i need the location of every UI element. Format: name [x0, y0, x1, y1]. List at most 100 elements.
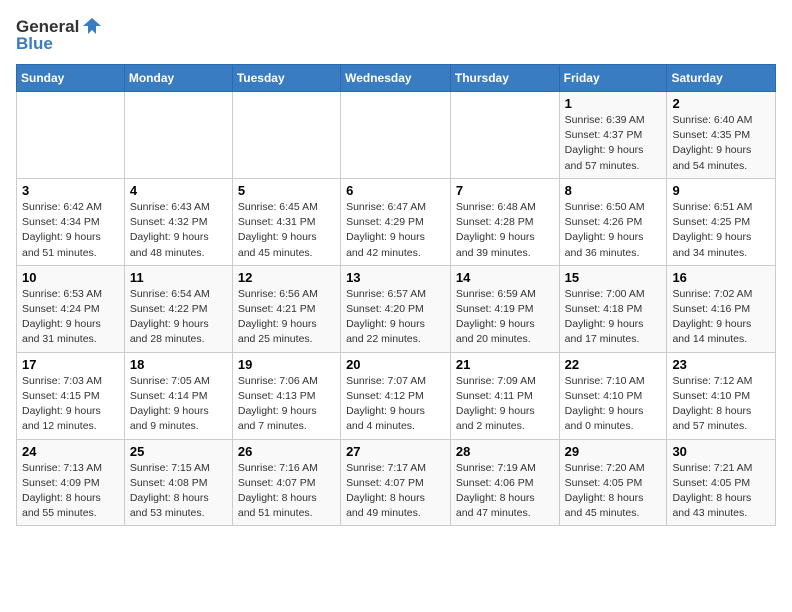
calendar-cell: 7 Sunrise: 6:48 AMSunset: 4:28 PMDaylight… — [450, 178, 559, 265]
day-info: Sunrise: 6:50 AMSunset: 4:26 PMDaylight:… — [565, 200, 662, 261]
day-number: 3 — [22, 183, 119, 198]
day-number: 6 — [346, 183, 445, 198]
day-info: Sunrise: 7:10 AMSunset: 4:10 PMDaylight:… — [565, 374, 662, 435]
day-number: 20 — [346, 357, 445, 372]
day-info: Sunrise: 7:19 AMSunset: 4:06 PMDaylight:… — [456, 461, 554, 522]
calendar-cell: 6 Sunrise: 6:47 AMSunset: 4:29 PMDaylight… — [341, 178, 451, 265]
calendar-cell: 29 Sunrise: 7:20 AMSunset: 4:05 PMDayligh… — [559, 439, 667, 526]
calendar-cell: 16 Sunrise: 7:02 AMSunset: 4:16 PMDayligh… — [667, 265, 776, 352]
day-number: 13 — [346, 270, 445, 285]
calendar-cell: 12 Sunrise: 6:56 AMSunset: 4:21 PMDayligh… — [232, 265, 340, 352]
calendar-cell: 14 Sunrise: 6:59 AMSunset: 4:19 PMDayligh… — [450, 265, 559, 352]
calendar-cell: 30 Sunrise: 7:21 AMSunset: 4:05 PMDayligh… — [667, 439, 776, 526]
calendar-cell — [450, 92, 559, 179]
day-number: 25 — [130, 444, 227, 459]
logo-bird-icon — [81, 16, 103, 38]
day-info: Sunrise: 7:07 AMSunset: 4:12 PMDaylight:… — [346, 374, 445, 435]
day-info: Sunrise: 7:00 AMSunset: 4:18 PMDaylight:… — [565, 287, 662, 348]
calendar-cell: 1 Sunrise: 6:39 AMSunset: 4:37 PMDaylight… — [559, 92, 667, 179]
calendar-cell: 28 Sunrise: 7:19 AMSunset: 4:06 PMDayligh… — [450, 439, 559, 526]
logo-blue-text: Blue — [16, 34, 53, 54]
day-info: Sunrise: 6:57 AMSunset: 4:20 PMDaylight:… — [346, 287, 445, 348]
weekday-header-wednesday: Wednesday — [341, 65, 451, 92]
day-number: 29 — [565, 444, 662, 459]
weekday-header-monday: Monday — [124, 65, 232, 92]
day-info: Sunrise: 6:54 AMSunset: 4:22 PMDaylight:… — [130, 287, 227, 348]
day-number: 19 — [238, 357, 335, 372]
day-info: Sunrise: 7:02 AMSunset: 4:16 PMDaylight:… — [672, 287, 770, 348]
weekday-header-thursday: Thursday — [450, 65, 559, 92]
day-number: 23 — [672, 357, 770, 372]
calendar-cell — [17, 92, 125, 179]
calendar-cell: 20 Sunrise: 7:07 AMSunset: 4:12 PMDayligh… — [341, 352, 451, 439]
calendar-cell: 11Sunrise: 6:54 AMSunset: 4:22 PMDayligh… — [124, 265, 232, 352]
calendar-cell: 27 Sunrise: 7:17 AMSunset: 4:07 PMDayligh… — [341, 439, 451, 526]
day-info: Sunrise: 7:03 AMSunset: 4:15 PMDaylight:… — [22, 374, 119, 435]
calendar-cell: 22 Sunrise: 7:10 AMSunset: 4:10 PMDayligh… — [559, 352, 667, 439]
day-number: 18 — [130, 357, 227, 372]
calendar-week-row: 17 Sunrise: 7:03 AMSunset: 4:15 PMDayligh… — [17, 352, 776, 439]
day-info: Sunrise: 7:09 AMSunset: 4:11 PMDaylight:… — [456, 374, 554, 435]
weekday-header-friday: Friday — [559, 65, 667, 92]
day-number: 17 — [22, 357, 119, 372]
day-info: Sunrise: 7:20 AMSunset: 4:05 PMDaylight:… — [565, 461, 662, 522]
calendar-cell: 15 Sunrise: 7:00 AMSunset: 4:18 PMDayligh… — [559, 265, 667, 352]
day-number: 10 — [22, 270, 119, 285]
day-info: Sunrise: 6:47 AMSunset: 4:29 PMDaylight:… — [346, 200, 445, 261]
day-number: 14 — [456, 270, 554, 285]
day-info: Sunrise: 7:13 AMSunset: 4:09 PMDaylight:… — [22, 461, 119, 522]
calendar-cell: 3Sunrise: 6:42 AMSunset: 4:34 PMDaylight… — [17, 178, 125, 265]
day-info: Sunrise: 7:15 AMSunset: 4:08 PMDaylight:… — [130, 461, 227, 522]
day-number: 27 — [346, 444, 445, 459]
calendar-week-row: 24 Sunrise: 7:13 AMSunset: 4:09 PMDayligh… — [17, 439, 776, 526]
day-number: 12 — [238, 270, 335, 285]
calendar-cell: 4 Sunrise: 6:43 AMSunset: 4:32 PMDaylight… — [124, 178, 232, 265]
day-number: 7 — [456, 183, 554, 198]
calendar-cell: 25 Sunrise: 7:15 AMSunset: 4:08 PMDayligh… — [124, 439, 232, 526]
calendar-header: SundayMondayTuesdayWednesdayThursdayFrid… — [17, 65, 776, 92]
day-info: Sunrise: 6:39 AMSunset: 4:37 PMDaylight:… — [565, 113, 662, 174]
day-number: 2 — [672, 96, 770, 111]
day-number: 16 — [672, 270, 770, 285]
day-info: Sunrise: 7:17 AMSunset: 4:07 PMDaylight:… — [346, 461, 445, 522]
calendar-cell: 19Sunrise: 7:06 AMSunset: 4:13 PMDayligh… — [232, 352, 340, 439]
day-info: Sunrise: 7:21 AMSunset: 4:05 PMDaylight:… — [672, 461, 770, 522]
day-number: 8 — [565, 183, 662, 198]
calendar-cell: 9Sunrise: 6:51 AMSunset: 4:25 PMDaylight… — [667, 178, 776, 265]
day-number: 30 — [672, 444, 770, 459]
day-info: Sunrise: 6:45 AMSunset: 4:31 PMDaylight:… — [238, 200, 335, 261]
day-number: 1 — [565, 96, 662, 111]
day-number: 26 — [238, 444, 335, 459]
day-info: Sunrise: 6:59 AMSunset: 4:19 PMDaylight:… — [456, 287, 554, 348]
day-info: Sunrise: 6:56 AMSunset: 4:21 PMDaylight:… — [238, 287, 335, 348]
day-info: Sunrise: 6:53 AMSunset: 4:24 PMDaylight:… — [22, 287, 119, 348]
day-number: 5 — [238, 183, 335, 198]
day-info: Sunrise: 7:12 AMSunset: 4:10 PMDaylight:… — [672, 374, 770, 435]
day-number: 4 — [130, 183, 227, 198]
calendar-table: SundayMondayTuesdayWednesdayThursdayFrid… — [16, 64, 776, 526]
day-info: Sunrise: 7:05 AMSunset: 4:14 PMDaylight:… — [130, 374, 227, 435]
day-info: Sunrise: 6:43 AMSunset: 4:32 PMDaylight:… — [130, 200, 227, 261]
calendar-cell: 26 Sunrise: 7:16 AMSunset: 4:07 PMDayligh… — [232, 439, 340, 526]
page-header: General Blue — [16, 16, 776, 54]
calendar-cell — [232, 92, 340, 179]
calendar-week-row: 3Sunrise: 6:42 AMSunset: 4:34 PMDaylight… — [17, 178, 776, 265]
day-info: Sunrise: 6:51 AMSunset: 4:25 PMDaylight:… — [672, 200, 770, 261]
weekday-header-sunday: Sunday — [17, 65, 125, 92]
calendar-cell: 10 Sunrise: 6:53 AMSunset: 4:24 PMDayligh… — [17, 265, 125, 352]
calendar-body: 1 Sunrise: 6:39 AMSunset: 4:37 PMDaylight… — [17, 92, 776, 526]
day-number: 28 — [456, 444, 554, 459]
day-number: 15 — [565, 270, 662, 285]
calendar-cell: 17 Sunrise: 7:03 AMSunset: 4:15 PMDayligh… — [17, 352, 125, 439]
day-number: 24 — [22, 444, 119, 459]
calendar-cell: 8 Sunrise: 6:50 AMSunset: 4:26 PMDaylight… — [559, 178, 667, 265]
weekday-header-tuesday: Tuesday — [232, 65, 340, 92]
day-info: Sunrise: 6:40 AMSunset: 4:35 PMDaylight:… — [672, 113, 770, 174]
calendar-week-row: 1 Sunrise: 6:39 AMSunset: 4:37 PMDaylight… — [17, 92, 776, 179]
calendar-cell — [341, 92, 451, 179]
day-number: 22 — [565, 357, 662, 372]
day-info: Sunrise: 7:16 AMSunset: 4:07 PMDaylight:… — [238, 461, 335, 522]
day-info: Sunrise: 6:48 AMSunset: 4:28 PMDaylight:… — [456, 200, 554, 261]
calendar-week-row: 10 Sunrise: 6:53 AMSunset: 4:24 PMDayligh… — [17, 265, 776, 352]
logo: General Blue — [16, 16, 103, 54]
